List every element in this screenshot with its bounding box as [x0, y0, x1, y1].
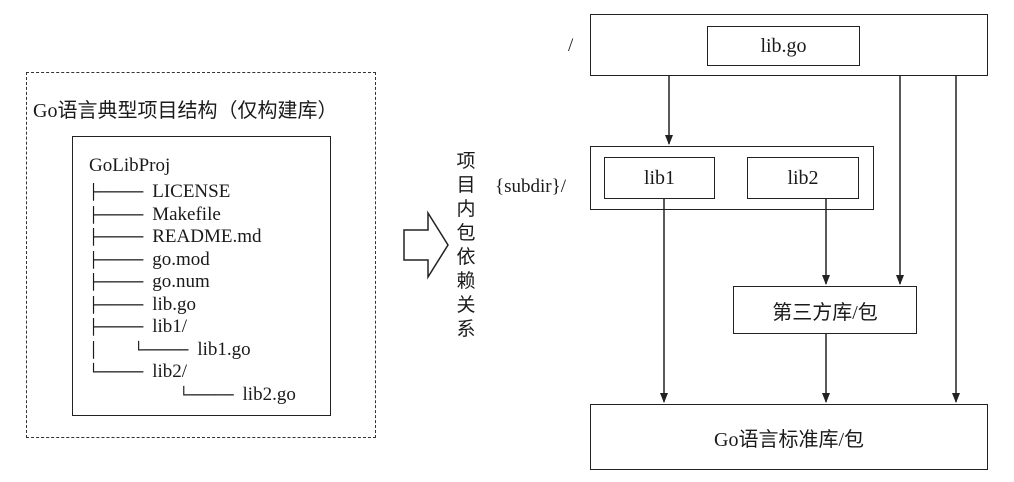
connectors [403, 76, 960, 403]
hollow-arrow-icon [403, 210, 449, 280]
